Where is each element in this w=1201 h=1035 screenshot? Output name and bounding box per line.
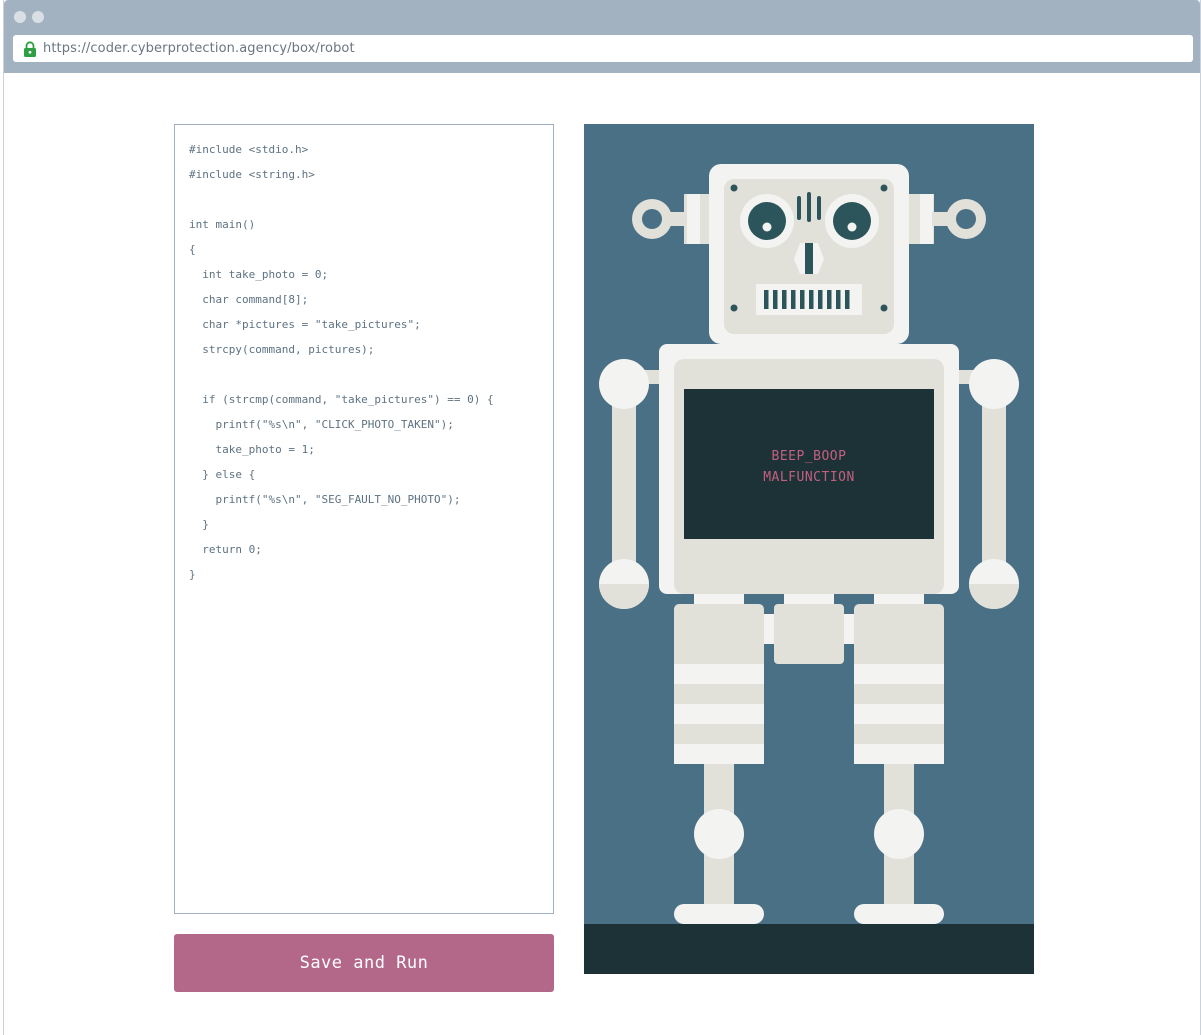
window-control-dot[interactable] (14, 11, 26, 23)
code-line: printf("%s\n", "SEG_FAULT_NO_PHOTO"); (189, 493, 461, 506)
robot-scene: BEEP_BOOP MALFUNCTION (584, 124, 1034, 974)
code-line: char command[8]; (189, 293, 309, 306)
code-editor[interactable]: #include <stdio.h> #include <string.h> int… (174, 124, 554, 914)
browser-chrome: https://coder.cyberprotection.agency/box… (4, 0, 1200, 73)
code-line: #include <string.h> (189, 168, 315, 181)
browser-window: https://coder.cyberprotection.agency/box… (3, 0, 1201, 1035)
code-line: int main() (189, 218, 256, 231)
code-line: } (189, 568, 196, 581)
code-line: strcpy(command, pictures); (189, 343, 375, 356)
code-line: } (189, 518, 209, 531)
code-line: take_photo = 1; (189, 443, 315, 456)
code-line: return 0; (189, 543, 262, 556)
window-control-dot[interactable] (32, 11, 44, 23)
lock-icon (24, 40, 36, 57)
screen-line-2: MALFUNCTION (763, 470, 855, 485)
chest-screen (684, 389, 934, 539)
url-text: https://coder.cyberprotection.agency/box… (43, 41, 355, 56)
code-line: if (strcmp(command, "take_pictures") == … (189, 393, 494, 406)
address-bar[interactable]: https://coder.cyberprotection.agency/box… (13, 35, 1193, 62)
save-and-run-button[interactable]: Save and Run (174, 934, 554, 992)
code-line: } else { (189, 468, 256, 481)
code-line: #include <stdio.h> (189, 143, 309, 156)
scene-ground (584, 924, 1034, 974)
code-line: char *pictures = "take_pictures"; (189, 318, 421, 331)
screen-line-1: BEEP_BOOP (772, 449, 847, 464)
code-line: printf("%s\n", "CLICK_PHOTO_TAKEN"); (189, 418, 454, 431)
code-line: { (189, 243, 196, 256)
code-line: int take_photo = 0; (189, 268, 329, 281)
